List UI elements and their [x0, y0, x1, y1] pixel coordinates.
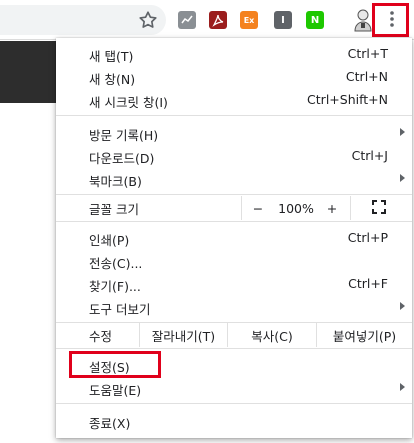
orange-extension-icon[interactable]: Ex — [240, 11, 258, 29]
menu-item-shortcut: Ctrl+N — [345, 69, 388, 84]
menu-item-new-incognito-window[interactable]: 새 시크릿 창(I) Ctrl+Shift+N — [56, 89, 412, 111]
menu-item-new-window[interactable]: 새 창(N) Ctrl+N — [56, 66, 412, 88]
gray-extension-icon[interactable]: I — [274, 11, 292, 29]
page-content — [0, 103, 56, 443]
chrome-menu: 새 탭(T) Ctrl+T 새 창(N) Ctrl+N 새 시크릿 창(I) C… — [56, 38, 412, 438]
submenu-arrow-icon — [400, 128, 405, 136]
menu-item-exit[interactable]: 종료(X) — [56, 410, 412, 432]
menu-item-shortcut: Ctrl+T — [347, 46, 388, 61]
zoom-out-button[interactable]: − — [246, 196, 270, 220]
zoom-level: 100% — [278, 200, 314, 216]
menu-item-label: 북마크(B) — [89, 174, 142, 189]
menu-separator — [56, 194, 412, 195]
menu-separator — [56, 348, 412, 349]
avatar-icon[interactable] — [352, 8, 374, 32]
page-content-dark — [0, 41, 56, 103]
settings-highlight — [69, 351, 161, 378]
chart-extension-icon[interactable] — [178, 11, 196, 29]
menu-item-label: 새 창(N) — [89, 72, 136, 87]
zoom-in-button[interactable]: + — [320, 196, 344, 220]
menu-item-label: 다운로드(D) — [89, 151, 155, 166]
menu-item-history[interactable]: 방문 기록(H) — [56, 122, 412, 144]
pdf-extension-icon[interactable] — [209, 11, 227, 29]
zoom-label: 글꼴 크기 — [89, 201, 139, 217]
menu-item-label: 방문 기록(H) — [89, 128, 159, 143]
edit-row: 수정 잘라내기(T) 복사(C) 붙여넣기(P) — [56, 323, 412, 347]
menu-item-shortcut: Ctrl+J — [351, 148, 388, 163]
submenu-arrow-icon — [400, 174, 405, 182]
menu-item-label: 인쇄(P) — [89, 233, 130, 248]
submenu-arrow-icon — [400, 302, 405, 310]
fullscreen-icon — [372, 199, 386, 217]
menu-item-cast[interactable]: 전송(C)... — [56, 250, 412, 272]
zoom-divider — [241, 196, 242, 220]
edit-label: 수정 — [89, 328, 113, 344]
menu-separator — [56, 221, 412, 222]
menu-item-bookmarks[interactable]: 북마크(B) — [56, 168, 412, 190]
menu-item-shortcut: Ctrl+Shift+N — [307, 92, 388, 107]
menu-item-shortcut: Ctrl+P — [347, 230, 388, 245]
menu-item-help[interactable]: 도움말(E) — [56, 377, 412, 399]
copy-button[interactable]: 복사(C) — [228, 323, 316, 347]
naver-extension-icon[interactable]: N — [306, 11, 324, 29]
submenu-arrow-icon — [400, 383, 405, 391]
menu-item-label: 도움말(E) — [89, 383, 142, 398]
cut-button[interactable]: 잘라내기(T) — [140, 323, 227, 347]
menu-item-print[interactable]: 인쇄(P) Ctrl+P — [56, 227, 412, 249]
fullscreen-button[interactable] — [364, 196, 394, 220]
paste-button[interactable]: 붙여넣기(P) — [317, 323, 412, 347]
menu-item-downloads[interactable]: 다운로드(D) Ctrl+J — [56, 145, 412, 167]
star-icon[interactable] — [137, 9, 159, 31]
menu-item-more-tools[interactable]: 도구 더보기 — [56, 296, 412, 318]
menu-item-label: 도구 더보기 — [89, 302, 151, 317]
browser-toolbar: Ex I N — [0, 0, 414, 40]
menu-separator — [56, 115, 412, 116]
menu-item-shortcut: Ctrl+F — [348, 276, 388, 291]
menu-item-label: 새 탭(T) — [89, 49, 134, 64]
menu-button-highlight — [372, 3, 409, 37]
menu-item-find[interactable]: 찾기(F)... Ctrl+F — [56, 273, 412, 295]
menu-item-label: 새 시크릿 창(I) — [89, 95, 168, 110]
menu-item-label: 찾기(F)... — [89, 279, 141, 294]
menu-item-new-tab[interactable]: 새 탭(T) Ctrl+T — [56, 43, 412, 65]
menu-item-label: 종료(X) — [89, 416, 131, 431]
menu-item-label: 전송(C)... — [89, 256, 143, 271]
menu-separator — [56, 403, 412, 404]
zoom-divider — [350, 196, 351, 220]
zoom-row: 글꼴 크기 − 100% + — [56, 196, 412, 220]
